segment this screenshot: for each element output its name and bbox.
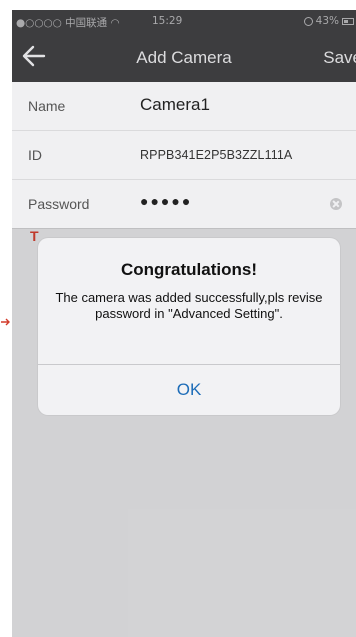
wifi-icon: ◠: [110, 17, 120, 29]
clear-icon[interactable]: [330, 198, 342, 210]
alert-dialog: Congratulations! The camera was added su…: [38, 238, 340, 415]
nav-bar: Add Camera Save: [12, 34, 356, 82]
name-row: Name Camera1: [12, 82, 356, 131]
id-label: ID: [28, 147, 42, 163]
battery-icon: [342, 17, 354, 25]
name-label: Name: [28, 98, 66, 114]
id-field[interactable]: RPPB341E2P5B3ZZL111A: [140, 148, 292, 162]
page-title: Add Camera: [136, 48, 232, 67]
password-field[interactable]: ●●●●●: [140, 193, 192, 209]
name-field[interactable]: Camera1: [140, 95, 210, 115]
battery-area: 43%: [303, 15, 354, 27]
battery-percent: 43%: [315, 15, 339, 27]
obscured-label: T: [30, 228, 39, 244]
camera-form: Name Camera1 ID RPPB341E2P5B3ZZL111A Pas…: [12, 82, 356, 229]
status-time: 15:29: [152, 15, 183, 27]
alert-title: Congratulations!: [121, 260, 257, 279]
password-label: Password: [28, 196, 90, 212]
margin-arrow-icon: [1, 318, 10, 326]
alert-message: The camera was added successfully,pls re…: [55, 290, 323, 321]
id-row: ID RPPB341E2P5B3ZZL111A: [12, 131, 356, 180]
save-button[interactable]: Save: [323, 48, 356, 68]
orientation-lock-icon: [303, 16, 313, 26]
status-bar: ●○○○○ 中国联通 ◠ 15:29 43%: [12, 10, 356, 34]
ok-button[interactable]: OK: [38, 365, 340, 415]
phone-screen: ●○○○○ 中国联通 ◠ 15:29 43% Add Camera Save N…: [12, 10, 356, 637]
password-row: Password ●●●●●: [12, 180, 356, 229]
carrier-label: ●○○○○ 中国联通 ◠: [16, 17, 120, 29]
